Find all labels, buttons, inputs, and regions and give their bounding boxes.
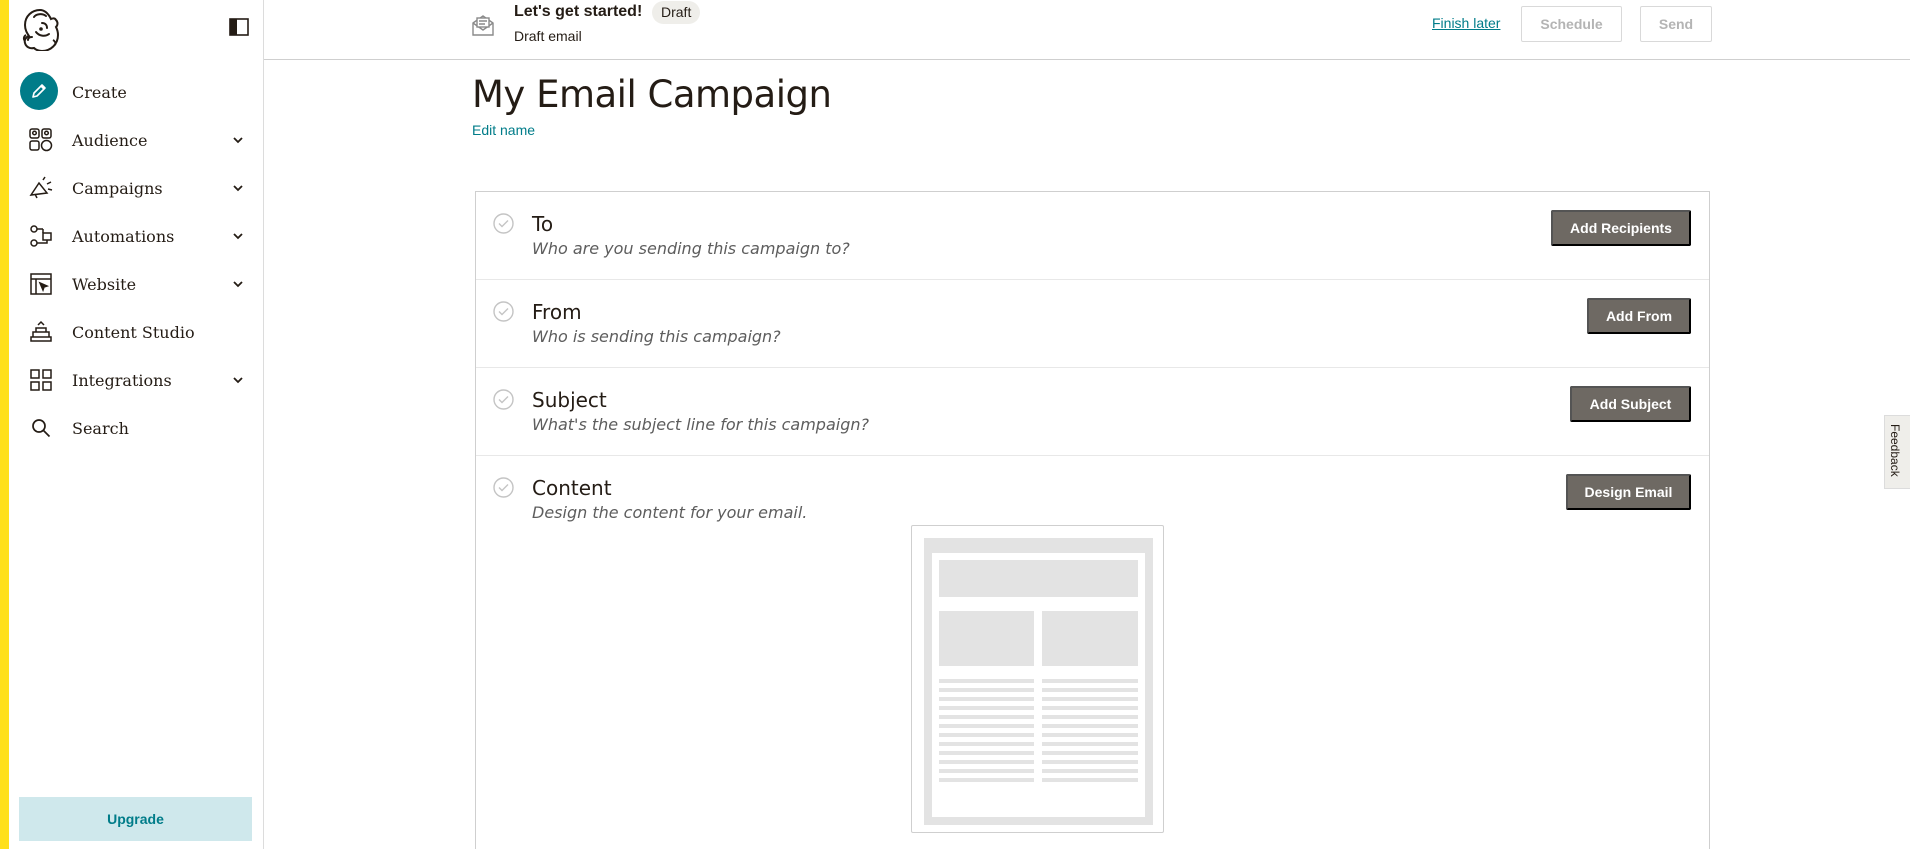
row-description: What's the subject line for this campaig… bbox=[532, 415, 869, 434]
check-circle-icon bbox=[493, 389, 514, 410]
sidebar-item-label: Automations bbox=[72, 226, 175, 246]
design-email-button[interactable]: Design Email bbox=[1566, 474, 1691, 510]
row-title: Subject bbox=[532, 388, 607, 412]
chevron-down-icon bbox=[231, 373, 245, 387]
status-badge: Draft bbox=[652, 1, 701, 24]
mailchimp-logo-icon[interactable] bbox=[20, 7, 60, 53]
row-description: Design the content for your email. bbox=[532, 503, 808, 522]
row-title: From bbox=[532, 300, 582, 324]
sidebar-item-label: Campaigns bbox=[72, 178, 163, 198]
sidebar-item-label: Create bbox=[72, 82, 127, 102]
sidebar-item-label: Integrations bbox=[72, 370, 172, 390]
edit-name-link[interactable]: Edit name bbox=[472, 122, 535, 138]
sidebar-item-audience[interactable]: Audience bbox=[9, 116, 264, 164]
top-bar: Let's get started! Draft Draft email Fin… bbox=[264, 0, 1910, 60]
feedback-label: Feedback bbox=[1888, 424, 1902, 477]
pencil-icon bbox=[20, 72, 58, 110]
email-template-preview[interactable] bbox=[911, 525, 1164, 833]
brand-stripe bbox=[0, 0, 9, 849]
sidebar-item-automations[interactable]: Automations bbox=[9, 212, 264, 260]
draft-label: Draft email bbox=[514, 28, 582, 44]
sidebar-item-label: Website bbox=[72, 274, 137, 294]
sidebar-item-integrations[interactable]: Integrations bbox=[9, 356, 264, 404]
add-from-button[interactable]: Add From bbox=[1587, 298, 1691, 334]
sidebar-item-search[interactable]: Search bbox=[9, 404, 264, 452]
finish-later-link[interactable]: Finish later bbox=[1432, 15, 1500, 31]
grid-icon bbox=[26, 365, 56, 395]
campaign-checklist: To Who are you sending this campaign to?… bbox=[475, 191, 1710, 849]
sidebar-nav: Create Audience Campaigns Automations We… bbox=[9, 68, 264, 452]
checklist-row-subject: Subject What's the subject line for this… bbox=[476, 368, 1709, 456]
send-button[interactable]: Send bbox=[1640, 6, 1712, 42]
checklist-row-from: From Who is sending this campaign? Add F… bbox=[476, 280, 1709, 368]
chevron-down-icon bbox=[231, 229, 245, 243]
row-title: Content bbox=[532, 476, 612, 500]
row-description: Who are you sending this campaign to? bbox=[532, 239, 850, 258]
sidebar-item-campaigns[interactable]: Campaigns bbox=[9, 164, 264, 212]
sidebar-item-label: Audience bbox=[72, 130, 148, 150]
add-recipients-button[interactable]: Add Recipients bbox=[1551, 210, 1691, 246]
collapse-sidebar-icon[interactable] bbox=[229, 18, 249, 36]
sidebar-item-create[interactable]: Create bbox=[9, 68, 264, 116]
check-circle-icon bbox=[493, 477, 514, 498]
checklist-row-to: To Who are you sending this campaign to?… bbox=[476, 192, 1709, 280]
check-circle-icon bbox=[493, 301, 514, 322]
website-icon bbox=[26, 269, 56, 299]
search-icon bbox=[26, 413, 56, 443]
row-description: Who is sending this campaign? bbox=[532, 327, 781, 346]
schedule-button[interactable]: Schedule bbox=[1521, 6, 1622, 42]
page-title: My Email Campaign bbox=[472, 73, 832, 116]
megaphone-icon bbox=[26, 173, 56, 203]
page-heading: Let's get started! bbox=[514, 3, 643, 20]
row-title: To bbox=[532, 212, 554, 236]
feedback-tab[interactable]: Feedback bbox=[1884, 415, 1910, 489]
sidebar: Create Audience Campaigns Automations We… bbox=[9, 0, 264, 849]
sidebar-item-content-studio[interactable]: Content Studio bbox=[9, 308, 264, 356]
sidebar-item-label: Content Studio bbox=[72, 322, 195, 342]
check-circle-icon bbox=[493, 213, 514, 234]
chevron-down-icon bbox=[231, 277, 245, 291]
automation-icon bbox=[26, 221, 56, 251]
add-subject-button[interactable]: Add Subject bbox=[1570, 386, 1691, 422]
audience-icon bbox=[26, 125, 56, 155]
chevron-down-icon bbox=[231, 133, 245, 147]
email-draft-icon bbox=[470, 12, 496, 38]
content-studio-icon bbox=[26, 317, 56, 347]
sidebar-item-label: Search bbox=[72, 418, 129, 438]
chevron-down-icon bbox=[231, 181, 245, 195]
upgrade-button[interactable]: Upgrade bbox=[19, 797, 252, 841]
sidebar-item-website[interactable]: Website bbox=[9, 260, 264, 308]
